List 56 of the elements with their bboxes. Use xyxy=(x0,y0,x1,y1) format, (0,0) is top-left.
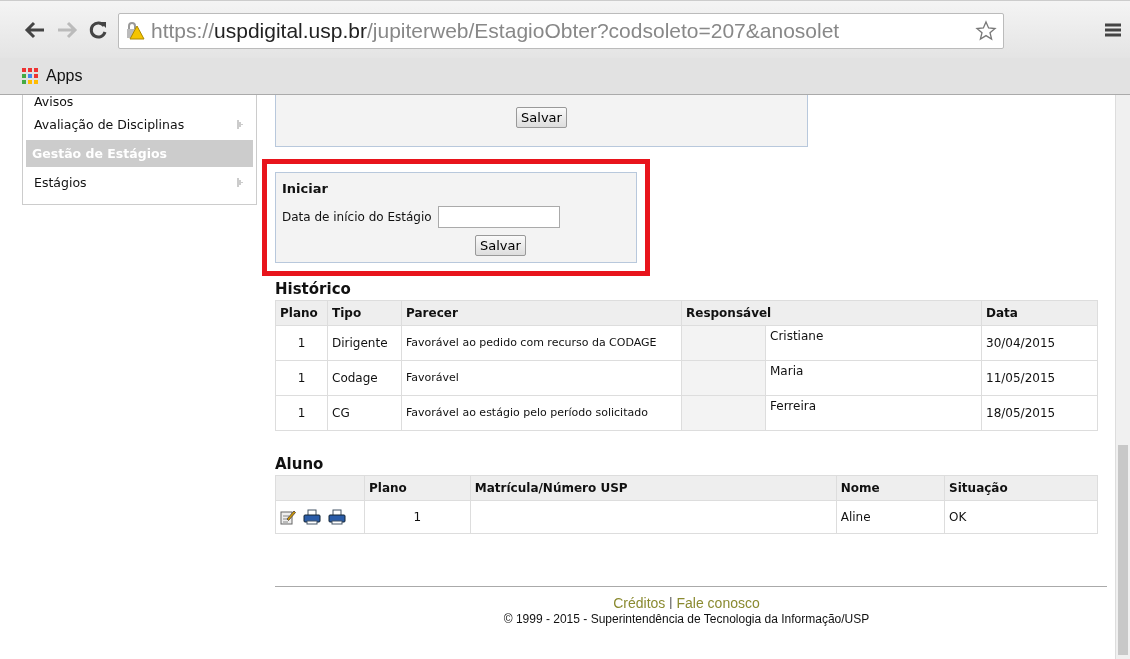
footer-link[interactable]: Créditos xyxy=(613,595,666,611)
menu-icon[interactable] xyxy=(1104,21,1122,38)
column-header: Data xyxy=(981,300,1098,326)
start-date-field[interactable] xyxy=(437,206,560,228)
table-cell: Favorável xyxy=(401,360,682,396)
star-icon[interactable] xyxy=(975,19,997,42)
back-icon[interactable] xyxy=(24,20,46,39)
apps-grid-icon xyxy=(22,67,39,85)
column-header: Matrícula/Número USP xyxy=(470,475,837,501)
table-cell: Favorável ao pedido com recurso da CODAGE xyxy=(401,325,682,361)
column-header: Plano xyxy=(275,300,328,326)
print-icon[interactable] xyxy=(302,509,321,525)
field-label: Data de início do Estágio xyxy=(282,210,432,224)
edit-icon[interactable] xyxy=(280,509,296,525)
table-cell: 30/04/2015 xyxy=(981,325,1098,361)
apps-bookmark[interactable]: Apps xyxy=(22,67,83,85)
table-cell: OK xyxy=(944,500,1098,534)
table-cell: Ferreira xyxy=(765,395,982,431)
table-cell: 1 xyxy=(364,500,471,534)
sidebar-item[interactable]: Avaliação de Disciplinas xyxy=(34,117,185,132)
table-cell: 18/05/2015 xyxy=(981,395,1098,431)
table-cell: Cristiane xyxy=(765,325,982,361)
table-cell: CG xyxy=(327,395,402,431)
submenu-arrow-icon xyxy=(237,178,243,187)
table-cell: Maria xyxy=(765,360,982,396)
warning-lock-icon xyxy=(125,20,145,41)
table-cell: Dirigente xyxy=(327,325,402,361)
section-title: Iniciar xyxy=(282,181,329,196)
section-title: Histórico xyxy=(275,280,352,298)
print-icon[interactable] xyxy=(327,509,346,525)
copyright-text: © 1999 - 2015 - Superintendência de Tecnologia da Informação/USP xyxy=(502,612,871,626)
table-cell: Favorável ao estágio pelo período solicitado xyxy=(401,395,682,431)
scrollbar[interactable] xyxy=(1115,95,1130,659)
link-separator: | xyxy=(669,595,673,611)
column-header: Parecer xyxy=(401,300,682,326)
save-button[interactable]: Salvar xyxy=(475,235,526,256)
table-cell: Codage xyxy=(327,360,402,396)
column-header: Responsável xyxy=(681,300,982,326)
section-title: Aluno xyxy=(275,455,325,473)
column-header: Nome xyxy=(836,475,945,501)
column-header: Situação xyxy=(944,475,1098,501)
column-header: Tipo xyxy=(327,300,402,326)
table-cell: 1 xyxy=(275,360,328,396)
table-cell: 1 xyxy=(275,395,328,431)
table-cell: 1 xyxy=(275,325,328,361)
url-text: https://uspdigital.usp.br/jupiterweb/EstagioObter?codsoleto=207&anosolet xyxy=(151,18,841,43)
submenu-arrow-icon xyxy=(237,120,243,129)
table-cell: 11/05/2015 xyxy=(981,360,1098,396)
table-cell: Aline xyxy=(836,500,945,534)
sidebar-item[interactable]: Avisos xyxy=(34,95,74,109)
footer-link[interactable]: Fale conosco xyxy=(676,595,760,611)
save-button[interactable]: Salvar xyxy=(516,107,567,128)
reload-icon[interactable] xyxy=(88,19,108,40)
address-bar[interactable]: https://uspdigital.usp.br/jupiterweb/EstagioObter?codsoleto=207&anosolet xyxy=(118,12,1004,49)
sidebar-item[interactable]: Estágios xyxy=(34,175,87,190)
column-header: Plano xyxy=(364,475,471,501)
